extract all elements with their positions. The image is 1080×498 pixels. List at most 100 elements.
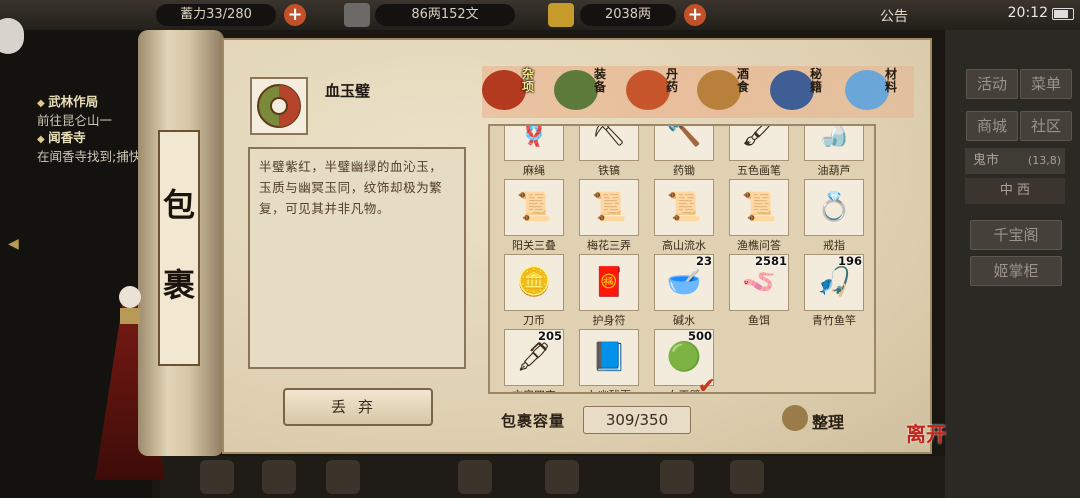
bag-icon[interactable] — [782, 405, 808, 431]
add-gold-button[interactable]: + — [684, 4, 706, 26]
inventory-item[interactable]: 🖋205文房四宝 — [504, 329, 568, 392]
item-icon: 📜 — [591, 190, 627, 223]
inventory-item[interactable]: 📜 梅花三弄 — [579, 179, 643, 252]
inventory-item[interactable]: 🍶 油葫芦 — [804, 124, 868, 177]
item-name: 戒指 — [823, 239, 845, 252]
item-name: 铁镐 — [598, 164, 620, 177]
inventory-item[interactable]: 🧧 护身符 — [579, 254, 643, 327]
item-description: 半璧紫红，半璧幽绿的血沁玉，玉质与幽冥玉同，纹饰却极为繁复，可见其并非凡物。 — [248, 147, 466, 369]
nav-icon[interactable] — [262, 460, 296, 494]
location-name: 鬼市 — [973, 153, 1000, 168]
nav-icon[interactable] — [326, 460, 360, 494]
item-quantity: 500 — [687, 329, 712, 343]
category-tab[interactable]: 丹药 — [626, 66, 696, 114]
item-name: 刀币 — [523, 314, 545, 327]
category-tab[interactable]: 酒食 — [697, 66, 767, 114]
item-name: 梅花三弄 — [587, 239, 631, 252]
community-button[interactable]: 社区 — [1020, 111, 1072, 141]
category-tab-label: 丹药 — [666, 67, 679, 94]
item-name: 九幽残页 — [573, 387, 645, 392]
shop-button[interactable]: 商城 — [966, 111, 1018, 141]
item-icon: 📜 — [516, 190, 552, 223]
category-tab[interactable]: 材料 — [845, 66, 915, 114]
item-quantity: 205 — [537, 329, 562, 343]
item-name: 青竹鱼竿 — [812, 314, 856, 327]
item-icon: ⛏ — [591, 124, 627, 148]
selected-item-name: 血玉璧 — [325, 82, 371, 100]
category-tab-icon — [482, 70, 526, 110]
inventory-item[interactable]: 🥣 23 碱水 — [654, 254, 718, 327]
inventory-item[interactable]: 📜 渔樵问答 — [729, 179, 793, 252]
battery-icon — [1052, 8, 1074, 20]
inventory-item[interactable]: ⛏ 铁镐 — [579, 124, 643, 177]
leave-button[interactable]: 离开 — [906, 418, 946, 447]
nav-icon[interactable] — [545, 460, 579, 494]
scroll-title-plate: 包 裹 — [158, 130, 200, 366]
qianbao-shop-button[interactable]: 千宝阁 — [970, 220, 1062, 250]
inventory-item[interactable]: 🪱 2581 鱼饵 — [729, 254, 793, 327]
category-tab-icon — [697, 70, 741, 110]
category-tab-icon — [554, 70, 598, 110]
tassel-bead — [119, 286, 141, 308]
item-icon: 📜 — [741, 190, 777, 223]
category-tab-label: 杂项 — [522, 67, 535, 94]
category-tab-label: 酒食 — [737, 67, 750, 94]
capacity-label: 包裹容量 — [501, 412, 566, 430]
category-tab[interactable]: 装备 — [554, 66, 624, 114]
activity-button[interactable]: 活动 — [966, 69, 1018, 99]
inventory-item[interactable]: 🪢 麻绳 — [504, 124, 568, 177]
clock: 20:12 — [1007, 5, 1048, 21]
item-icon: 💍 — [816, 190, 852, 223]
item-name: 阳关三叠 — [512, 239, 556, 252]
category-tab-icon — [626, 70, 670, 110]
selected-check-icon: ✔ — [697, 374, 716, 394]
item-quantity: 196 — [837, 254, 862, 268]
item-name: 麻绳 — [523, 164, 545, 177]
inventory-item[interactable]: 🖌 五色画笔 — [729, 124, 793, 177]
item-name: 文房四宝 — [498, 387, 570, 392]
inventory-item[interactable]: 📜 阳关三叠 — [504, 179, 568, 252]
category-tab-icon — [770, 70, 814, 110]
item-quantity: 23 — [695, 254, 712, 268]
stamina-counter: 蓄力33/280 — [156, 4, 276, 26]
capacity-value: 309/350 — [583, 406, 691, 434]
scroll-title-char: 裹 — [162, 266, 195, 304]
category-tab-label: 秘籍 — [810, 67, 823, 94]
jade-disc-icon — [257, 84, 301, 128]
inventory-item[interactable]: 🔨 药锄 — [654, 126, 718, 177]
category-tab-label: 材料 — [885, 67, 898, 94]
inventory-item[interactable]: 💍 戒指 — [804, 179, 868, 252]
category-tab[interactable]: 杂项 — [482, 66, 552, 114]
item-icon: 🖌 — [741, 124, 777, 148]
add-stamina-button[interactable]: + — [284, 4, 306, 26]
inventory-item[interactable]: 🎣 196 青竹鱼竿 — [804, 254, 868, 327]
item-name: 高山流水 — [662, 239, 706, 252]
notice-button[interactable]: 公告 — [880, 6, 908, 26]
nav-icon[interactable] — [200, 460, 234, 494]
inventory-item[interactable]: 📜 高山流水 — [654, 179, 718, 252]
sort-button[interactable]: 整理 — [812, 409, 844, 433]
item-name: 油葫芦 — [817, 164, 851, 177]
item-icon: 🍶 — [816, 124, 852, 148]
discard-button[interactable]: 丢弃 — [283, 388, 433, 426]
inventory-item[interactable]: 📘九幽残页 — [579, 329, 643, 392]
nav-icon[interactable] — [730, 460, 764, 494]
item-name: 五色画笔 — [737, 164, 781, 177]
menu-button[interactable]: 菜单 — [1020, 69, 1072, 99]
item-icon: 📘 — [591, 340, 627, 373]
item-name: 碱水 — [673, 314, 695, 327]
collapse-arrow-icon[interactable]: ◀ — [8, 236, 19, 252]
item-name: 药锄 — [673, 164, 695, 177]
selected-item-icon — [250, 77, 308, 135]
nav-icon[interactable] — [660, 460, 694, 494]
money-counter: 86两152文 — [375, 4, 515, 26]
item-icon: 🪢 — [516, 124, 552, 148]
ji-shop-button[interactable]: 姬掌柜 — [970, 256, 1062, 286]
inventory-item[interactable]: 🟢500血玉璧✔ — [654, 329, 718, 394]
direction-indicator: 中 西 — [965, 178, 1065, 204]
scroll-title-char: 包 — [162, 186, 195, 224]
gold-icon — [548, 3, 574, 27]
inventory-item[interactable]: 🪙 刀币 — [504, 254, 568, 327]
nav-icon[interactable] — [458, 460, 492, 494]
category-tab[interactable]: 秘籍 — [770, 66, 840, 114]
